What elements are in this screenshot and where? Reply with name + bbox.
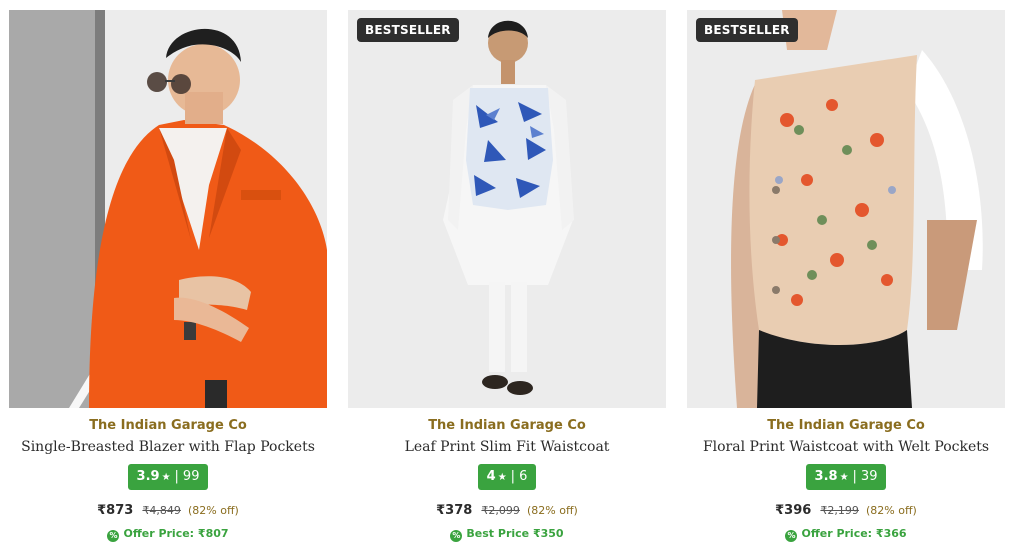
product-brand[interactable]: The Indian Garage Co [348,418,666,433]
rating-separator: | [852,469,857,484]
product-card-1[interactable]: The Indian Garage Co Single-Breasted Bla… [9,10,327,550]
offer-price: Best Price ₹350 [466,527,564,540]
review-count: 6 [519,469,528,484]
rating-badge: 3.9 ★ | 99 [127,464,209,490]
discount-percent: (82% off) [866,504,917,517]
rating-badge: 3.8 ★ | 39 [805,464,887,490]
product-image[interactable] [9,10,327,408]
bestseller-badge: BESTSELLER [696,18,798,42]
offer-price-row: % Offer Price: ₹366 [687,527,1005,542]
star-icon: ★ [497,472,507,483]
rating-separator: | [510,469,516,484]
product-grid: The Indian Garage Co Single-Breasted Bla… [0,0,1012,555]
product-title[interactable]: Floral Print Waistcoat with Welt Pockets [687,439,1005,455]
offer-tag-icon: % [450,530,463,542]
product-card-2[interactable]: BESTSELLER The Indian Garage Co Leaf Pri… [348,10,666,550]
offer-tag-icon: % [107,530,120,542]
selling-price: ₹873 [97,503,134,518]
product-image[interactable]: BESTSELLER [348,10,666,408]
discount-percent: (82% off) [527,504,578,517]
product-brand[interactable]: The Indian Garage Co [9,418,327,433]
mrp-price: ₹2,099 [481,504,520,517]
product-photo-floral-waistcoat [687,10,1005,408]
review-count: 99 [182,469,200,484]
offer-price-row: % Offer Price: ₹807 [9,527,327,542]
rating-value: 4 [486,469,496,484]
product-title[interactable]: Leaf Print Slim Fit Waistcoat [348,439,666,455]
rating-separator: | [174,469,179,484]
discount-percent: (82% off) [188,504,239,517]
star-icon: ★ [161,472,171,483]
selling-price: ₹396 [775,503,812,518]
mrp-price: ₹2,199 [820,504,859,517]
rating-badge: 4 ★ | 6 [477,464,537,490]
product-title[interactable]: Single-Breasted Blazer with Flap Pockets [9,439,327,455]
selling-price: ₹378 [436,503,473,518]
offer-price: Offer Price: ₹366 [801,527,907,540]
offer-price-row: % Best Price ₹350 [348,527,666,542]
product-card-3[interactable]: BESTSELLER The Indian Garage Co Floral P… [687,10,1005,550]
product-photo-orange-blazer [9,10,327,408]
price-row: ₹396 ₹2,199 (82% off) [687,499,1005,518]
rating-value: 3.9 [136,469,160,484]
review-count: 39 [860,469,878,484]
product-photo-leaf-waistcoat [348,10,666,408]
bestseller-badge: BESTSELLER [357,18,459,42]
offer-price: Offer Price: ₹807 [123,527,229,540]
star-icon: ★ [839,472,849,483]
product-brand[interactable]: The Indian Garage Co [687,418,1005,433]
price-row: ₹873 ₹4,849 (82% off) [9,499,327,518]
mrp-price: ₹4,849 [142,504,181,517]
rating-value: 3.8 [814,469,838,484]
price-row: ₹378 ₹2,099 (82% off) [348,499,666,518]
product-image[interactable]: BESTSELLER [687,10,1005,408]
offer-tag-icon: % [785,530,798,542]
